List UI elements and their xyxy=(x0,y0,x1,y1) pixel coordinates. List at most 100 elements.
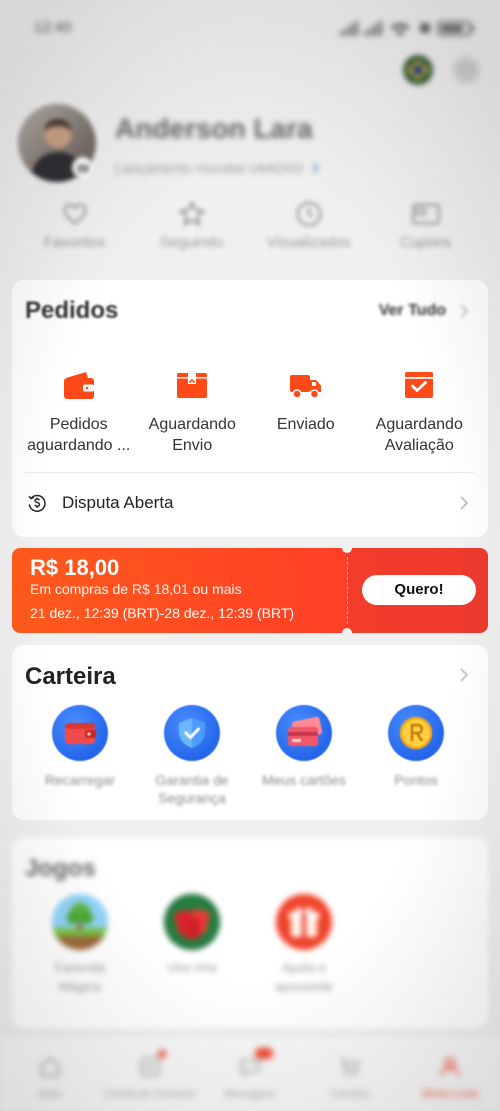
wallet-item-topup[interactable]: Recarregar xyxy=(24,705,136,807)
order-status-line1: Enviado xyxy=(276,416,335,433)
farm-game-icon xyxy=(52,894,108,950)
star-icon xyxy=(177,199,207,229)
wallet-item-label: Recarregar xyxy=(45,771,115,789)
wallet-item-line1: Meus cartões xyxy=(261,772,347,788)
divider xyxy=(25,472,475,473)
order-status-shipped[interactable]: Enviado xyxy=(249,369,363,456)
quick-link-label: Visualizados xyxy=(266,234,351,251)
ticket-icon xyxy=(411,199,441,229)
game-help-gift[interactable]: Ajuda e apresente xyxy=(248,894,360,996)
account-icon xyxy=(440,1057,460,1076)
game-label-line1: Fazenda xyxy=(54,960,106,975)
nav-messages[interactable]: Mensagens xyxy=(200,1038,300,1111)
order-status-label: Aguardando Avaliação xyxy=(376,414,463,456)
quick-link-favorites[interactable]: Favoritos xyxy=(16,199,133,252)
game-magic-farm[interactable]: Fazenda Mágica xyxy=(24,894,136,996)
order-status-line2: Envio xyxy=(172,437,213,454)
bottom-nav: Início Central de Conteúdo Mensagens Car… xyxy=(0,1038,500,1111)
message-badge xyxy=(255,1048,273,1059)
game-label-line1: Ajuda e xyxy=(281,960,327,975)
flag-icon xyxy=(403,55,433,85)
game-label: Fazenda Mágica xyxy=(55,958,106,996)
review-check-icon xyxy=(405,372,434,398)
coupon-notch-top xyxy=(342,543,352,553)
order-status-line1: Aguardando xyxy=(375,416,463,433)
chevron-right-icon xyxy=(312,162,320,174)
order-status-line1: Aguardando xyxy=(148,416,236,433)
home-icon xyxy=(40,1057,60,1077)
clock-icon xyxy=(294,199,324,229)
quick-link-following[interactable]: Seguindo xyxy=(133,199,250,252)
games-items: Fazenda Mágica Vira-Vira Ajuda e apresen… xyxy=(24,894,360,996)
signal-wifi-battery-icon xyxy=(340,21,474,36)
coupon-validity: 21 dez., 12:39 (BRT)-28 dez., 12:39 (BRT… xyxy=(30,605,295,621)
game-label-line1: Vira-Vira xyxy=(166,960,218,975)
order-status-label: Enviado xyxy=(277,414,335,435)
cart-icon xyxy=(340,1058,360,1077)
open-dispute-row[interactable]: Disputa Aberta xyxy=(12,483,488,523)
quick-link-viewed[interactable]: Visualizados xyxy=(250,199,367,252)
wallet-topup-icon xyxy=(52,705,108,761)
wallet-item-label: Meus cartões xyxy=(262,771,346,789)
shield-check-icon xyxy=(164,705,220,761)
wallet-item-label: Garantia de Segurança xyxy=(155,771,228,807)
nav-home[interactable]: Início xyxy=(0,1038,100,1111)
nav-content[interactable]: Central de Conteúdo xyxy=(100,1038,200,1111)
game-label-line2: Mágica xyxy=(59,979,101,994)
game-label: Ajuda e apresente xyxy=(275,958,333,996)
quick-link-label: Cupons xyxy=(399,234,452,251)
chevron-right-icon[interactable] xyxy=(459,667,469,683)
user-subtitle-link[interactable]: Lançamento mundial UMIDIGI xyxy=(115,159,320,177)
orders-title: Pedidos xyxy=(25,297,119,324)
content-feed-icon xyxy=(140,1057,160,1077)
user-name: Anderson Lara xyxy=(115,113,313,144)
gear-icon xyxy=(457,61,475,79)
camera-icon xyxy=(77,164,88,172)
games-card: Jogos Fazenda Mágica Vira-Vira Ajuda e a… xyxy=(12,838,488,1028)
nav-account[interactable]: Minha Conta xyxy=(400,1038,500,1111)
wallet-item-line2: Segurança xyxy=(158,790,226,806)
wallet-item-line1: Garantia de xyxy=(155,772,229,788)
account-page: 12:40 Anderson Lara Lançamento mundial U… xyxy=(0,0,500,1111)
chevron-right-icon xyxy=(460,496,469,510)
order-status-awaiting-review[interactable]: Aguardando Avaliação xyxy=(363,369,477,456)
wallet-item-label: Pontos xyxy=(394,771,438,789)
package-icon xyxy=(177,373,208,398)
notification-dot xyxy=(158,1050,166,1058)
quick-link-coupons[interactable]: Cupons xyxy=(367,199,484,252)
order-status-line1: Pedidos xyxy=(49,416,108,433)
cards-game-icon xyxy=(164,894,220,950)
nav-label: Mensagens xyxy=(224,1089,276,1100)
game-label-line2: apresente xyxy=(275,979,333,994)
nav-cart[interactable]: Carrinho xyxy=(300,1038,400,1111)
region-flag-button[interactable] xyxy=(403,55,433,85)
chevron-right-icon xyxy=(460,304,469,318)
wallet-item-points[interactable]: Pontos xyxy=(360,705,472,807)
order-status-awaiting-shipment[interactable]: Aguardando Envio xyxy=(136,369,250,456)
orders-card: Pedidos Ver Tudo Pedidos aguardando ... xyxy=(12,280,488,537)
wallet-card: Carteira Recarregar Garantia de Seguranç… xyxy=(12,645,488,820)
settings-button[interactable] xyxy=(452,56,480,84)
camera-badge[interactable] xyxy=(72,157,93,178)
truck-icon xyxy=(289,375,321,399)
game-vira-vira[interactable]: Vira-Vira xyxy=(136,894,248,996)
order-status-line2: aguardando ... xyxy=(27,437,131,454)
wallet-item-security[interactable]: Garantia de Segurança xyxy=(136,705,248,807)
view-all-orders-link[interactable]: Ver Tudo xyxy=(379,301,446,321)
wallet-icon xyxy=(63,372,94,399)
credit-card-icon xyxy=(276,705,332,761)
wallet-item-cards[interactable]: Meus cartões xyxy=(248,705,360,807)
claim-coupon-button[interactable]: Quero! xyxy=(362,575,476,605)
order-status-awaiting-payment[interactable]: Pedidos aguardando ... xyxy=(22,369,136,456)
nav-label: Central de Conteúdo xyxy=(103,1089,197,1100)
nav-label: Carrinho xyxy=(330,1089,370,1100)
coupon-notch-bottom xyxy=(342,628,352,638)
games-title: Jogos xyxy=(25,855,96,882)
heart-icon xyxy=(60,199,90,229)
nav-label: Início xyxy=(38,1089,62,1100)
open-dispute-label: Disputa Aberta xyxy=(62,493,174,512)
wallet-item-line1: Recarregar xyxy=(44,772,116,788)
user-subtitle: Lançamento mundial UMIDIGI xyxy=(115,160,304,176)
status-icons xyxy=(340,18,476,38)
dispute-dollar-icon xyxy=(28,494,46,512)
